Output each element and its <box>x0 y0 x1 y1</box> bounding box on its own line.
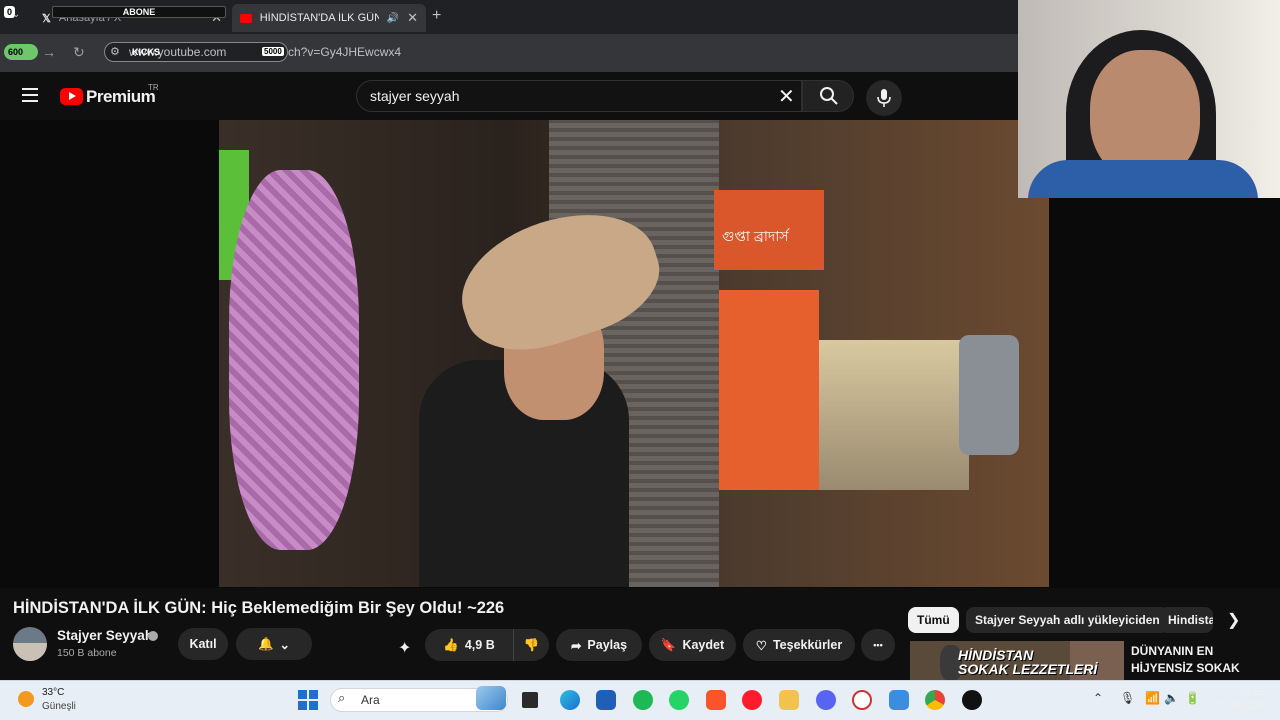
weather-condition: Güneşli <box>42 701 76 712</box>
volume-icon[interactable]: 🔈 <box>1164 691 1179 705</box>
subscriber-count: 150 B abone <box>57 647 117 659</box>
thumbs-up-icon: 👍 <box>443 637 459 652</box>
stream-follow-progress: 600 <box>4 44 38 60</box>
orange-panel <box>719 290 819 490</box>
tab-youtube-active[interactable]: HİNDİSTAN'DA İLK GÜN: Hi 🔊 ✕ <box>232 4 426 32</box>
chevron-right-icon[interactable]: ❯ <box>1227 610 1240 630</box>
sun-icon[interactable] <box>18 691 34 707</box>
thumbnail-text-line1: HİNDİSTAN <box>958 647 1034 663</box>
video-title: HİNDİSTAN'DA İLK GÜN: Hiç Beklemediğim B… <box>13 599 505 617</box>
search-icon <box>820 87 838 105</box>
heart-dollar-icon: ♡ <box>755 638 767 653</box>
whatsapp-icon[interactable] <box>669 690 689 710</box>
spotify-icon[interactable] <box>633 690 653 710</box>
close-tab-icon[interactable]: ✕ <box>407 10 418 26</box>
youtube-brand[interactable]: Premium <box>86 87 156 107</box>
webcam-overlay <box>1018 0 1280 198</box>
channel-name[interactable]: Stajyer Seyyah <box>57 628 153 643</box>
app-icon[interactable] <box>889 690 909 710</box>
sweets-display-case <box>819 340 969 490</box>
new-tab-button[interactable]: + <box>432 7 441 25</box>
task-view-icon[interactable] <box>522 692 538 708</box>
more-actions-button[interactable]: ••• <box>861 629 895 661</box>
forward-icon[interactable]: → <box>42 44 56 60</box>
chip-from-uploader[interactable]: Stajyer Seyyah adlı yükleyiciden <box>966 607 1169 633</box>
search-highlight-icon <box>476 686 506 710</box>
edge-icon[interactable] <box>560 690 580 710</box>
chevron-up-icon[interactable]: ⌃ <box>1093 691 1103 705</box>
join-button[interactable]: Katıl <box>178 628 228 660</box>
opera-gx-icon[interactable] <box>852 690 872 710</box>
region-code: TR <box>148 83 159 92</box>
thumbs-down-icon: 👎 <box>523 637 540 652</box>
shop-sign: গুপ্তা ব্রাদার্স <box>714 190 824 270</box>
youtube-logo-icon[interactable] <box>60 88 83 105</box>
stream-kicks-label: KICKS <box>132 47 161 57</box>
tab-label: HİNDİSTAN'DA İLK GÜN: Hi <box>259 12 379 24</box>
bell-icon: 🔔 <box>257 636 274 651</box>
thumbnail-text-line2: SOKAK LEZZETLERİ <box>958 661 1098 677</box>
notification-button[interactable]: 🔔 ⌄ <box>236 628 312 660</box>
like-button[interactable]: 👍 4,9 B <box>425 629 513 661</box>
save-button[interactable]: 🔖 Kaydet <box>649 629 736 661</box>
reload-icon[interactable]: ↻ <box>73 44 85 61</box>
chip-hindistan[interactable]: Hindistan <box>1159 607 1213 633</box>
recommended-title[interactable]: DÜNYANIN EN HİJYENSİZ SOKAK <box>1131 643 1271 677</box>
windows-start-icon[interactable] <box>298 690 318 710</box>
clear-search-icon[interactable]: ✕ <box>778 84 795 109</box>
like-count: 4,9 B <box>464 638 495 652</box>
clock-time[interactable]: 14:25 <box>1232 687 1264 698</box>
obs-icon[interactable] <box>962 690 982 710</box>
share-button[interactable]: ➦ Paylaş <box>556 629 642 661</box>
thanks-button[interactable]: ♡ Teşekkürler <box>743 629 855 661</box>
search-button[interactable] <box>802 80 854 112</box>
chevron-down-icon: ⌄ <box>279 637 291 652</box>
stream-kicks-goal: 5000 <box>262 47 284 56</box>
discord-icon[interactable] <box>816 690 836 710</box>
voice-search-button[interactable] <box>866 80 902 116</box>
microphone-icon <box>877 89 891 107</box>
chip-all[interactable]: Tümü <box>908 607 959 633</box>
ai-sparkle-icon[interactable]: ✦ <box>398 638 411 658</box>
opera-icon[interactable] <box>742 690 762 710</box>
url-suffix: ch?v=Gy4JHEwcwx4 <box>288 45 402 59</box>
youtube-favicon-icon <box>240 13 252 23</box>
store-icon[interactable] <box>596 690 616 710</box>
thumbnail-text: HİNDİSTAN SOKAK LEZZETLERİ <box>958 648 1097 676</box>
shopkeeper <box>959 335 1019 455</box>
channel-avatar[interactable] <box>13 627 47 661</box>
pink-hair-bundle <box>229 170 359 550</box>
x-logo-icon: 𝕏 <box>42 12 51 25</box>
stream-abone-goal: ABONE <box>52 6 226 18</box>
microphone-icon[interactable]: 🎙 <box>1120 691 1135 705</box>
bookmark-icon: 🔖 <box>660 637 677 652</box>
file-explorer-icon[interactable] <box>779 690 799 710</box>
save-label: Kaydet <box>682 638 725 652</box>
share-arrow-icon: ➦ <box>570 638 582 653</box>
dislike-button[interactable]: 👎 <box>513 629 549 661</box>
verified-icon <box>148 631 158 641</box>
clock-date[interactable]: 27.08.2026 <box>1210 701 1264 712</box>
chrome-icon[interactable] <box>925 690 945 710</box>
share-label: Paylaş <box>587 638 628 652</box>
hamburger-menu-icon[interactable] <box>22 88 38 102</box>
speaker-icon[interactable]: 🔊 <box>387 13 399 24</box>
streamer-shirt <box>1028 160 1258 198</box>
thanks-label: Teşekkürler <box>772 638 843 652</box>
brave-icon[interactable] <box>706 690 726 710</box>
video-player[interactable]: গুপ্তা ব্রাদার্স <box>219 120 1049 587</box>
site-settings-icon[interactable]: ⚙ <box>110 45 120 58</box>
chevron-down-icon[interactable]: ⌄ <box>12 9 20 20</box>
battery-icon[interactable]: 🔋 <box>1185 691 1200 705</box>
weather-temperature[interactable]: 33°C <box>42 687 64 698</box>
search-input[interactable]: stajyer seyyah <box>356 80 802 112</box>
wifi-icon[interactable]: 📶 <box>1145 691 1160 705</box>
search-icon: ⌕ <box>338 690 346 705</box>
